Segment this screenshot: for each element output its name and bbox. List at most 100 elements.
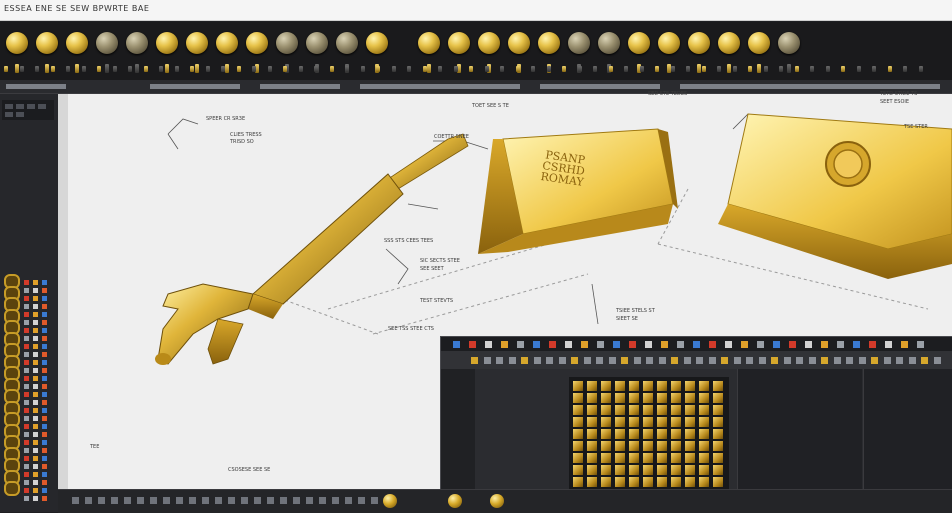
- color-swatch[interactable]: [42, 440, 47, 445]
- material-thumbnail[interactable]: [657, 477, 667, 487]
- window-toolbar-icon[interactable]: [821, 357, 828, 364]
- material-thumbnail[interactable]: [657, 441, 667, 451]
- window-tool-icon[interactable]: [821, 341, 828, 348]
- color-swatch[interactable]: [24, 368, 29, 373]
- panel-tab[interactable]: [5, 112, 13, 117]
- material-thumbnail[interactable]: [587, 405, 597, 415]
- material-thumbnail[interactable]: [629, 405, 639, 415]
- color-swatch[interactable]: [33, 312, 38, 317]
- color-swatch[interactable]: [33, 496, 38, 501]
- material-thumbnail[interactable]: [601, 429, 611, 439]
- gold-sphere-icon[interactable]: [748, 32, 770, 54]
- color-swatch[interactable]: [33, 448, 38, 453]
- color-swatch[interactable]: [33, 352, 38, 357]
- material-thumbnail[interactable]: [573, 417, 583, 427]
- color-swatch[interactable]: [42, 400, 47, 405]
- window-toolbar-icon[interactable]: [583, 357, 591, 364]
- window-tool-icon[interactable]: [469, 341, 476, 348]
- color-swatch[interactable]: [42, 296, 47, 301]
- color-swatch[interactable]: [33, 440, 38, 445]
- material-thumbnail[interactable]: [601, 417, 611, 427]
- gold-knob-icon[interactable]: [490, 494, 504, 508]
- sub-toolbar-segment[interactable]: [680, 84, 940, 89]
- window-tool-icon[interactable]: [533, 341, 540, 348]
- material-thumbnail[interactable]: [713, 417, 723, 427]
- window-tool-icon[interactable]: [565, 341, 572, 348]
- window-toolbar-icon[interactable]: [483, 357, 491, 364]
- status-tool-button[interactable]: [150, 497, 157, 504]
- gold-sphere-icon[interactable]: [216, 32, 238, 54]
- status-tool-button[interactable]: [254, 497, 261, 504]
- color-swatch[interactable]: [33, 464, 38, 469]
- color-swatch[interactable]: [42, 280, 47, 285]
- window-tool-icon[interactable]: [741, 341, 748, 348]
- window-toolbar-icon[interactable]: [896, 357, 903, 364]
- material-thumbnail[interactable]: [601, 393, 611, 403]
- gold-sphere-icon[interactable]: [66, 32, 88, 54]
- material-thumbnail[interactable]: [615, 453, 625, 463]
- window-toolbar-icon[interactable]: [858, 357, 866, 364]
- material-thumbnail[interactable]: [685, 465, 695, 475]
- window-toolbar-icon[interactable]: [596, 357, 603, 364]
- status-tool-button[interactable]: [332, 497, 339, 504]
- material-thumbnail[interactable]: [601, 405, 611, 415]
- status-tool-button[interactable]: [72, 497, 79, 504]
- color-swatch[interactable]: [24, 440, 29, 445]
- color-swatch[interactable]: [33, 384, 38, 389]
- status-tool-button[interactable]: [215, 497, 222, 504]
- gold-knob-icon[interactable]: [448, 494, 462, 508]
- window-toolbar-icon[interactable]: [708, 357, 716, 364]
- material-thumbnail[interactable]: [699, 405, 709, 415]
- gold-sphere-icon[interactable]: [6, 32, 28, 54]
- gold-sphere-icon[interactable]: [366, 32, 388, 54]
- window-tool-icon[interactable]: [725, 341, 732, 348]
- status-tool-button[interactable]: [241, 497, 248, 504]
- window-toolbar-icon[interactable]: [721, 357, 728, 364]
- material-thumbnail[interactable]: [657, 453, 667, 463]
- window-toolbar-icon[interactable]: [558, 357, 566, 364]
- window-tool-icon[interactable]: [869, 341, 876, 348]
- material-thumbnail[interactable]: [643, 465, 653, 475]
- material-thumbnail[interactable]: [573, 453, 583, 463]
- status-tool-button[interactable]: [358, 497, 365, 504]
- color-swatch[interactable]: [24, 432, 29, 437]
- material-thumbnail[interactable]: [573, 477, 583, 487]
- status-tool-button[interactable]: [267, 497, 274, 504]
- window-toolbar-icon[interactable]: [546, 357, 553, 364]
- window-toolbar-icon[interactable]: [496, 357, 503, 364]
- window-tool-icon[interactable]: [901, 341, 908, 348]
- window-tool-icon[interactable]: [853, 341, 860, 348]
- status-tool-button[interactable]: [163, 497, 170, 504]
- color-swatch[interactable]: [42, 320, 47, 325]
- material-thumbnail[interactable]: [699, 393, 709, 403]
- material-thumbnail[interactable]: [587, 393, 597, 403]
- color-swatch[interactable]: [42, 312, 47, 317]
- material-thumbnail[interactable]: [601, 453, 611, 463]
- window-toolbar-icon[interactable]: [471, 357, 478, 364]
- window-tool-icon[interactable]: [453, 341, 460, 348]
- window-tool-icon[interactable]: [805, 341, 812, 348]
- panel-tab[interactable]: [38, 104, 46, 109]
- color-swatch[interactable]: [33, 408, 38, 413]
- material-thumbnail[interactable]: [685, 453, 695, 463]
- color-swatch[interactable]: [33, 472, 38, 477]
- window-toolbar-icon[interactable]: [733, 357, 741, 364]
- status-tool-button[interactable]: [228, 497, 235, 504]
- color-swatch[interactable]: [33, 488, 38, 493]
- material-thumbnail[interactable]: [699, 453, 709, 463]
- color-swatch[interactable]: [24, 288, 29, 293]
- window-toolbar-icon[interactable]: [783, 357, 791, 364]
- material-thumbnail[interactable]: [643, 441, 653, 451]
- material-thumbnail[interactable]: [685, 477, 695, 487]
- color-swatch[interactable]: [33, 344, 38, 349]
- panel-tab[interactable]: [16, 104, 24, 109]
- material-thumbnail[interactable]: [643, 393, 653, 403]
- material-thumbnail[interactable]: [615, 381, 625, 391]
- window-tool-icon[interactable]: [709, 341, 716, 348]
- material-thumbnail[interactable]: [587, 417, 597, 427]
- material-thumbnail[interactable]: [587, 477, 597, 487]
- material-thumbnail[interactable]: [573, 381, 583, 391]
- status-tool-button[interactable]: [124, 497, 131, 504]
- color-swatch[interactable]: [33, 432, 38, 437]
- material-thumbnail[interactable]: [671, 429, 681, 439]
